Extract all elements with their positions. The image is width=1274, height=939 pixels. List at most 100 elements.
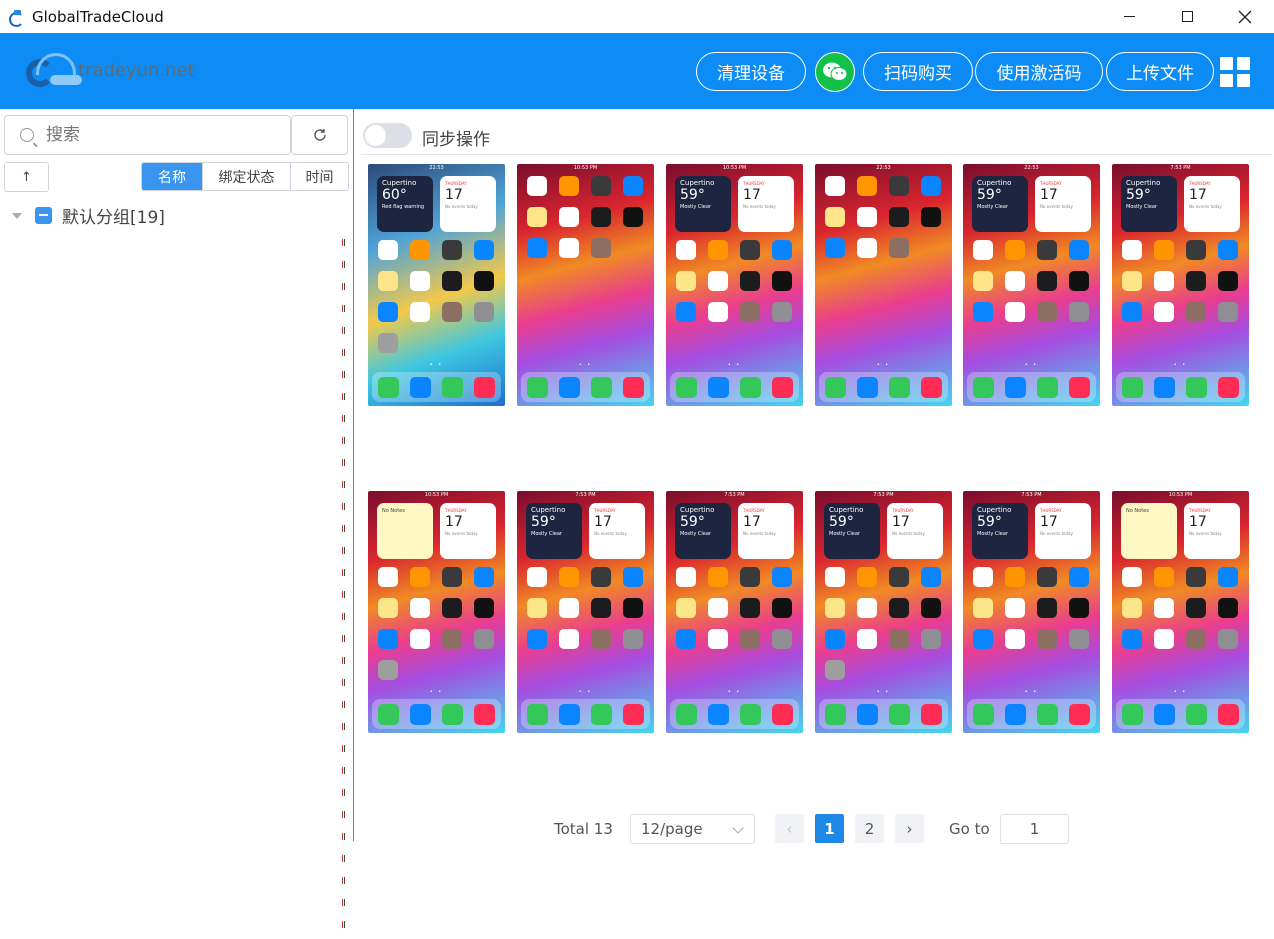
dock	[521, 699, 650, 729]
minimize-button[interactable]	[1100, 0, 1158, 33]
app-icon	[1122, 302, 1142, 322]
app-icon	[1122, 629, 1142, 649]
group-checkbox[interactable]	[35, 207, 52, 224]
device-screen[interactable]: 10:53 PM • •	[517, 164, 654, 406]
app-icon	[623, 207, 643, 227]
device-screen[interactable]: 7:53 PM Cupertino 59° Mostly Clear THURSDAY 1…	[963, 491, 1100, 733]
total-count: Total 13	[554, 820, 613, 838]
app-icon	[1122, 240, 1142, 260]
grid-view-icon[interactable]	[1220, 57, 1250, 87]
dock-app-icon	[442, 703, 464, 725]
tick-mark	[342, 283, 345, 290]
device-screen[interactable]: 10:53 PM Cupertino 59° Mostly Clear THURSDAY…	[666, 164, 803, 406]
scan-purchase-button[interactable]: 扫码购买	[863, 52, 973, 91]
app-icon	[857, 598, 877, 618]
app-icon	[1069, 302, 1089, 322]
activation-code-button[interactable]: 使用激活码	[975, 52, 1103, 91]
app-icon-grid	[825, 567, 943, 680]
app-icon	[378, 240, 398, 260]
app-icon	[1037, 567, 1057, 587]
app-icon	[442, 598, 462, 618]
page-2-button[interactable]: 2	[855, 814, 884, 843]
group-label: 默认分组[19]	[62, 208, 165, 228]
prev-page-button[interactable]: ‹	[775, 814, 804, 843]
device-screen[interactable]: 7:53 PM Cupertino 59° Mostly Clear THURSDAY 1…	[666, 491, 803, 733]
sort-tabs: 名称 绑定状态 时间	[141, 162, 349, 191]
app-icon	[527, 176, 547, 196]
weather-widget: Cupertino 59° Mostly Clear	[972, 503, 1028, 559]
dock-app-icon	[1004, 376, 1026, 398]
next-page-button[interactable]: ›	[895, 814, 924, 843]
status-bar: 7:53 PM	[815, 491, 952, 499]
search-input[interactable]	[46, 125, 266, 145]
status-time: 7:53 PM	[575, 492, 596, 498]
app-icon	[442, 629, 462, 649]
sort-tab-name[interactable]: 名称	[142, 163, 202, 190]
clean-device-button[interactable]: 清理设备	[696, 52, 806, 91]
device-screen[interactable]: 7:53 PM Cupertino 59° Mostly Clear THURSDAY 1…	[1112, 164, 1249, 406]
app-icon	[772, 567, 792, 587]
expand-arrow-icon[interactable]	[12, 212, 22, 219]
app-icon	[378, 598, 398, 618]
sort-tab-time[interactable]: 时间	[290, 163, 348, 190]
upload-file-button[interactable]: 上传文件	[1106, 52, 1214, 91]
app-icon	[921, 598, 941, 618]
device-screen[interactable]: 10:53 PM No Notes THURSDAY 17 No events toda…	[368, 491, 505, 733]
calendar-widget: THURSDAY 17 No events today	[440, 176, 496, 232]
title-bar: GlobalTradeCloud	[0, 0, 1274, 33]
close-button[interactable]	[1216, 0, 1274, 33]
tick-mark	[342, 767, 345, 774]
calendar-widget: THURSDAY 17 No events today	[440, 503, 496, 559]
app-icon	[1122, 271, 1142, 291]
device-screen[interactable]: 22:53 • •	[815, 164, 952, 406]
tick-mark	[342, 393, 345, 400]
goto-page-input[interactable]: 1	[1000, 814, 1069, 844]
tick-mark	[342, 635, 345, 642]
app-icon	[921, 629, 941, 649]
app-icon	[474, 271, 494, 291]
group-tree-node[interactable]: 默认分组[19]	[12, 203, 165, 228]
page-1-button[interactable]: 1	[815, 814, 844, 843]
page-dots: • •	[876, 362, 891, 368]
dock-app-icon	[1186, 703, 1208, 725]
calendar-widget: THURSDAY 17 No events today	[887, 503, 943, 559]
maximize-button[interactable]	[1158, 0, 1216, 33]
app-icon	[1186, 598, 1206, 618]
app-icon	[1122, 567, 1142, 587]
app-icon	[740, 629, 760, 649]
app-icon	[825, 660, 845, 680]
page-dots: • •	[727, 362, 742, 368]
refresh-button[interactable]	[291, 115, 348, 155]
divider	[361, 154, 1272, 155]
dock-app-icon	[558, 376, 580, 398]
dock-app-icon	[675, 376, 697, 398]
status-time: 7:53 PM	[1170, 165, 1191, 171]
tick-mark	[342, 657, 345, 664]
app-icon	[1154, 567, 1174, 587]
device-screen[interactable]: 22:53 Cupertino 59° Mostly Clear THURSDAY 17 N…	[963, 164, 1100, 406]
sync-toggle[interactable]	[363, 123, 412, 148]
app-icon	[474, 598, 494, 618]
app-icon	[1218, 567, 1238, 587]
dock-app-icon	[972, 376, 994, 398]
page-size-select[interactable]: 12/page	[630, 814, 755, 844]
weather-widget: Cupertino 59° Mostly Clear	[675, 503, 731, 559]
page-dots: • •	[429, 689, 444, 695]
app-icon	[1186, 302, 1206, 322]
logo-icon	[22, 47, 84, 93]
app-icon	[740, 302, 760, 322]
device-screen[interactable]: 22:53 Cupertino 60° Red flag warning THURSDA…	[368, 164, 505, 406]
wechat-button[interactable]	[815, 52, 855, 92]
device-screen[interactable]: 7:53 PM Cupertino 59° Mostly Clear THURSDAY 1…	[517, 491, 654, 733]
device-screen[interactable]: 10:53 PM No Notes THURSDAY 17 No events toda…	[1112, 491, 1249, 733]
dock-app-icon	[377, 376, 399, 398]
status-time: 7:53 PM	[724, 492, 745, 498]
app-icon-grid	[676, 240, 794, 322]
app-icon	[442, 567, 462, 587]
sort-direction-button[interactable]: ↑	[4, 162, 49, 192]
sort-tab-bind-status[interactable]: 绑定状态	[202, 163, 290, 190]
app-icon	[1037, 271, 1057, 291]
tick-mark	[342, 547, 345, 554]
device-screen[interactable]: 7:53 PM Cupertino 59° Mostly Clear THURSDAY 1…	[815, 491, 952, 733]
page-dots: • •	[727, 689, 742, 695]
